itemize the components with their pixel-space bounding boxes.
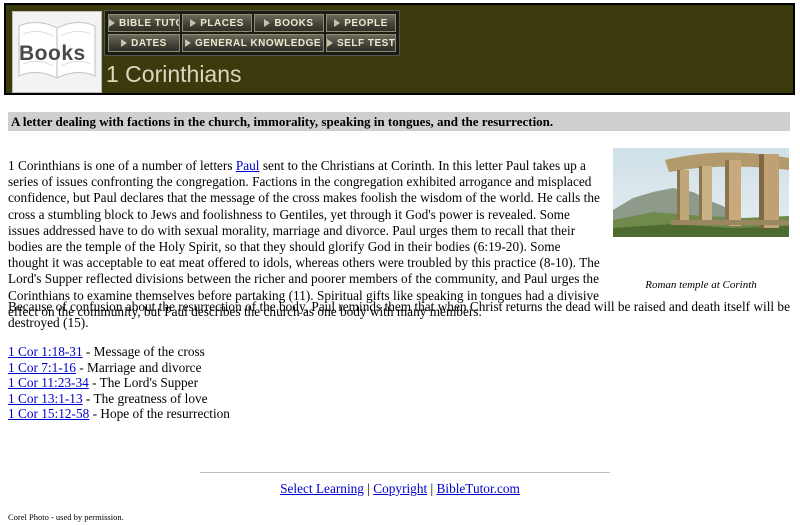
page-title: 1 Corinthians [106, 61, 242, 87]
passage-link[interactable]: 1 Cor 11:23-34 [8, 375, 89, 390]
photo-caption: Roman temple at Corinth [645, 279, 757, 291]
passage-list: 1 Cor 1:18-31 - Message of the cross 1 C… [8, 344, 230, 422]
passage-link[interactable]: 1 Cor 13:1-13 [8, 391, 83, 406]
list-item: 1 Cor 1:18-31 - Message of the cross [8, 344, 205, 359]
list-item: 1 Cor 13:1-13 - The greatness of love [8, 390, 208, 406]
footer-divider [200, 472, 610, 473]
nav-general-knowledge[interactable]: GENERAL KNOWLEDGE [182, 34, 324, 52]
arrow-icon [190, 19, 197, 28]
passage-link[interactable]: 1 Cor 1:18-31 [8, 344, 83, 359]
books-logo[interactable]: Books [12, 11, 102, 93]
list-item: 1 Cor 7:1-16 - Marriage and divorce [8, 359, 202, 375]
copyright-link[interactable]: Copyright [373, 481, 427, 496]
passage-link[interactable]: 1 Cor 15:12-58 [8, 406, 89, 421]
nav-dates[interactable]: DATES [108, 34, 180, 52]
logo-text: Books [19, 42, 86, 65]
arrow-icon [334, 19, 341, 28]
nav-people[interactable]: PEOPLE [326, 14, 396, 32]
arrow-icon [109, 19, 115, 28]
temple-image [613, 148, 789, 237]
photo-credit: Corel Photo - used by permission. [8, 512, 124, 522]
main-nav: BIBLE TUTOR PLACES BOOKS PEOPLE DATES GE… [104, 10, 400, 56]
intro-continuation: Because of confusion about the resurrect… [8, 299, 790, 331]
passage-link[interactable]: 1 Cor 7:1-16 [8, 360, 76, 375]
arrow-icon [264, 19, 271, 28]
intro-paragraph: 1 Corinthians is one of a number of lett… [8, 158, 600, 319]
summary-bar: A letter dealing with factions in the ch… [8, 112, 790, 131]
list-item: 1 Cor 15:12-58 - Hope of the resurrectio… [8, 406, 230, 421]
arrow-icon [121, 39, 128, 48]
bibletutor-link[interactable]: BibleTutor.com [437, 481, 520, 496]
paul-link[interactable]: Paul [236, 158, 260, 173]
page-header: Books BIBLE TUTOR PLACES BOOKS PEOPLE DA… [4, 3, 795, 95]
arrow-icon [327, 39, 333, 48]
nav-books[interactable]: BOOKS [254, 14, 324, 32]
arrow-icon [184, 39, 191, 48]
nav-self-tests[interactable]: SELF TESTS [326, 34, 396, 52]
list-item: 1 Cor 11:23-34 - The Lord's Supper [8, 375, 199, 390]
select-learning-link[interactable]: Select Learning [280, 481, 364, 496]
corinth-temple-photo [613, 148, 789, 237]
footer-links: Select Learning | Copyright | BibleTutor… [280, 481, 520, 496]
nav-places[interactable]: PLACES [182, 14, 252, 32]
nav-bible-tutor[interactable]: BIBLE TUTOR [108, 14, 180, 32]
